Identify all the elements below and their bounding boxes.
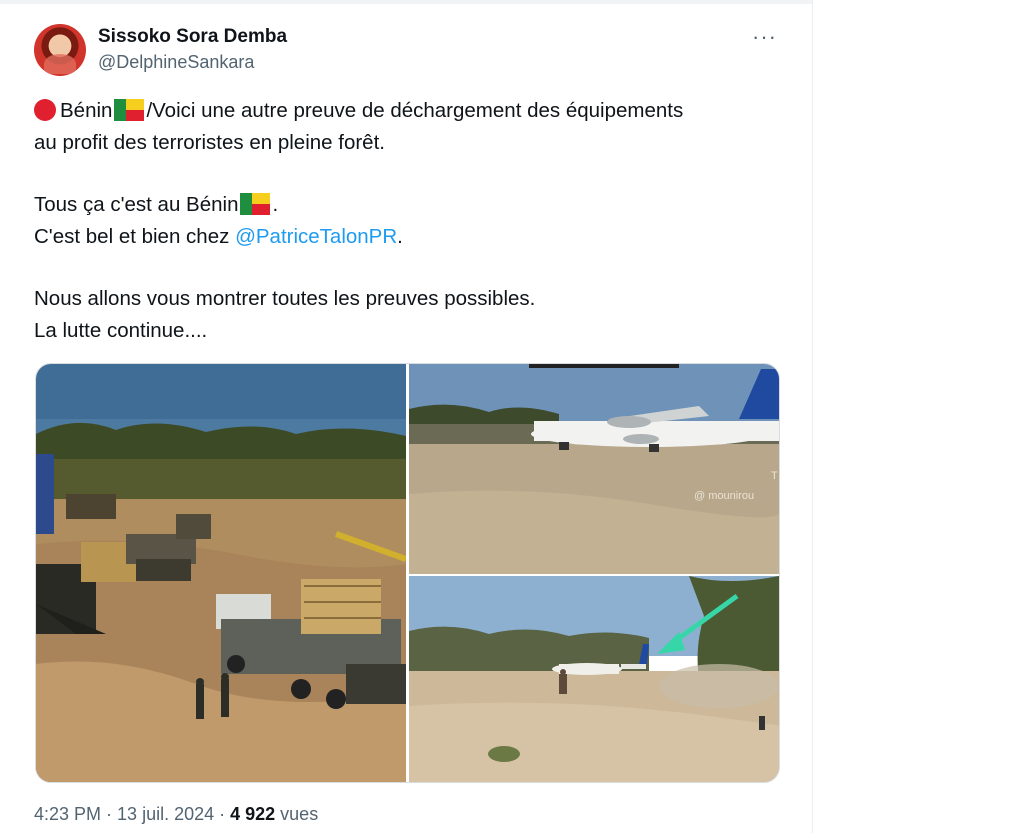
media-grid: @ mounirou T xyxy=(35,363,780,783)
text-line-4: C'est bel et bien chez @PatriceTalonPR. xyxy=(34,221,784,253)
red-circle-icon xyxy=(34,99,56,121)
text-line-3: Tous ça c'est au Bénin. xyxy=(34,189,784,221)
text-line-1: Bénin/Voici une autre preuve de décharge… xyxy=(34,95,784,127)
photo-plane-arrow[interactable] xyxy=(409,576,779,782)
tweet-time[interactable]: 4:23 PM xyxy=(34,804,101,824)
photo-unloading-trucks[interactable] xyxy=(36,364,406,782)
benin-flag-icon xyxy=(114,99,145,121)
top-divider xyxy=(0,0,812,4)
author-handle[interactable]: @DelphineSankara xyxy=(98,52,254,73)
views-count: 4 922 xyxy=(230,804,276,824)
text-line-6: La lutte continue.... xyxy=(34,319,208,342)
text-segment: Bénin xyxy=(60,99,113,122)
meta-separator: · xyxy=(101,804,118,824)
tweet-date[interactable]: 13 juil. 2024 xyxy=(117,804,214,824)
text-segment: . xyxy=(272,193,279,216)
tweet-meta: 4:23 PM · 13 juil. 2024 · 4 922 vues xyxy=(34,804,318,825)
text-segment: /Voici une autre preuve de déchargement … xyxy=(146,99,684,122)
watermark-text: @ mounirou xyxy=(694,490,754,502)
mention-link[interactable]: @PatriceTalonPR xyxy=(235,225,397,248)
benin-flag-icon xyxy=(240,193,271,215)
text-segment: C'est bel et bien chez xyxy=(34,225,236,248)
text-line-2: au profit des terroristes en pleine forê… xyxy=(34,131,385,154)
photo-cargo-plane[interactable]: @ mounirou T xyxy=(409,364,779,574)
author-name[interactable]: Sissoko Sora Demba xyxy=(98,26,287,48)
views-label: vues xyxy=(275,804,319,824)
text-segment: Tous ça c'est au Bénin xyxy=(34,193,239,216)
more-options-icon[interactable]: ··· xyxy=(752,24,777,50)
meta-separator: · xyxy=(214,804,231,824)
tweet-text: Bénin/Voici une autre preuve de décharge… xyxy=(34,95,784,347)
text-segment: . xyxy=(397,225,403,248)
avatar[interactable] xyxy=(34,24,86,76)
tweet-card: Sissoko Sora Demba @DelphineSankara ··· … xyxy=(0,0,813,833)
watermark-edge: T xyxy=(771,470,778,482)
text-line-5: Nous allons vous montrer toutes les preu… xyxy=(34,287,536,310)
avatar-detail xyxy=(44,54,76,74)
